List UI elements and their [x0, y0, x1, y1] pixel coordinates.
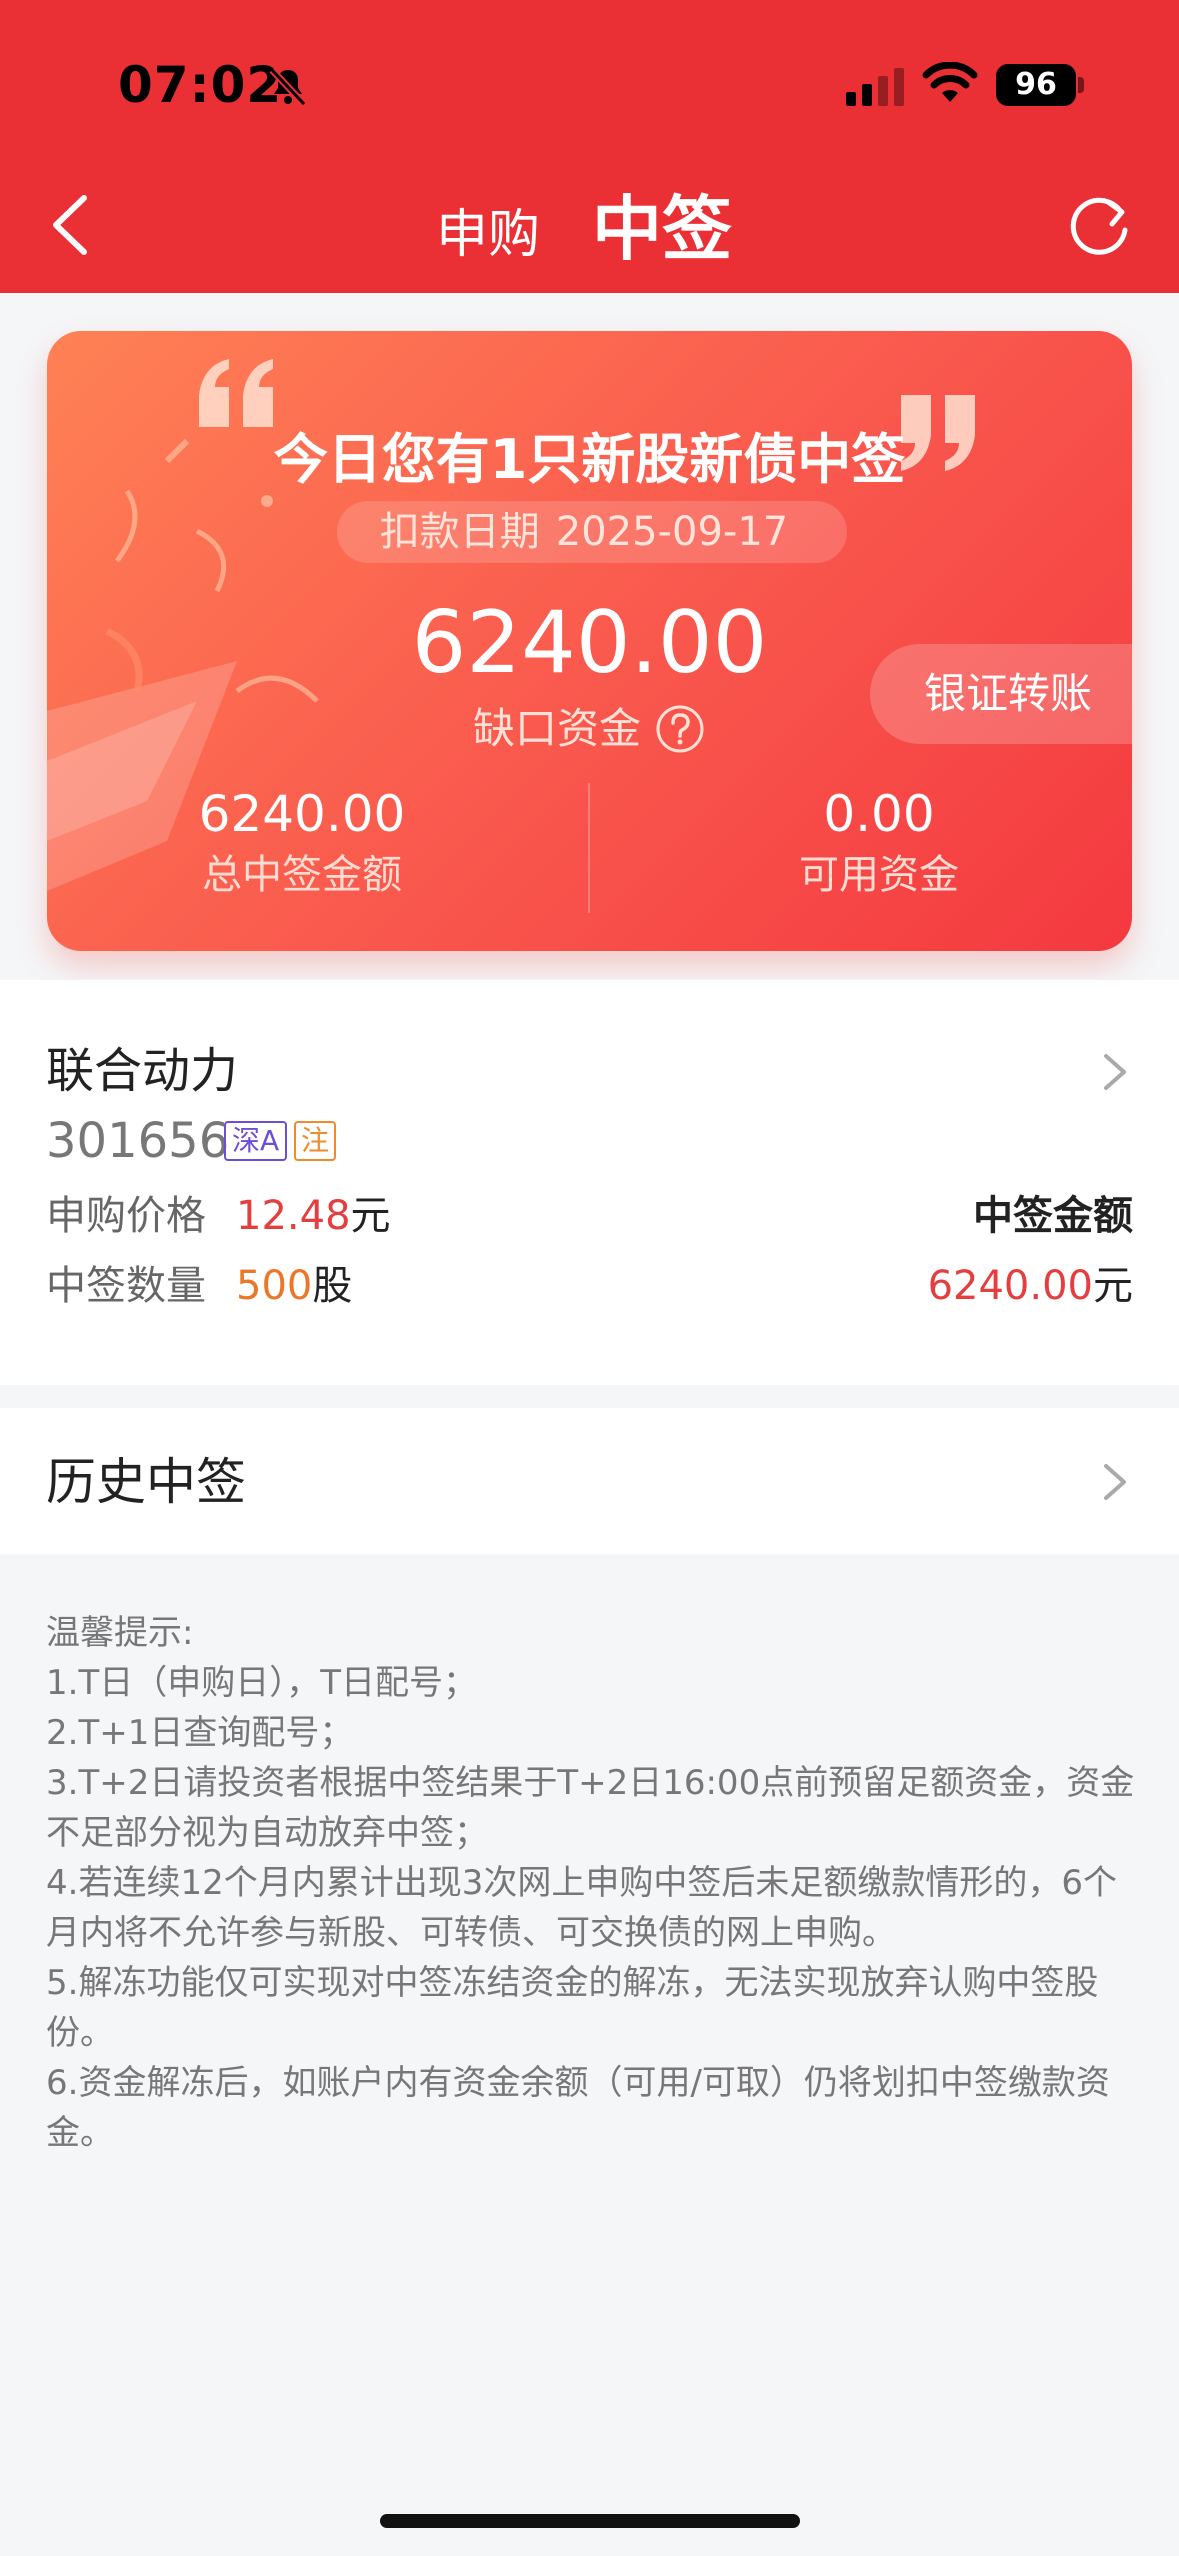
deduction-date-value: 2025-09-17: [555, 509, 789, 555]
available-funds-value: 0.00: [823, 785, 935, 843]
deduction-date-pill: 扣款日期 2025-09-17: [337, 501, 847, 563]
chevron-right-icon[interactable]: [1100, 1460, 1130, 1504]
stat-divider: [588, 783, 590, 913]
bell-muted-icon: [269, 67, 307, 107]
subscription-price: 12.48元: [236, 1188, 391, 1244]
tip-item: 4.若连续12个月内累计出现3次网上申购中签后未足额缴款情形的，6个月内将不允许…: [46, 1863, 1117, 1953]
tip-item: 3.T+2日请投资者根据中签结果于T+2日16:00点前预留足额资金，资金不足部…: [46, 1763, 1135, 1853]
deduction-date-label: 扣款日期: [379, 509, 540, 555]
tab-apply[interactable]: 申购: [436, 200, 540, 270]
quantity-unit: 股: [312, 1263, 353, 1309]
status-time: 07:02: [118, 56, 283, 114]
battery-indicator: 96: [996, 64, 1076, 106]
win-amount-unit: 元: [1093, 1263, 1133, 1309]
help-icon[interactable]: [655, 704, 705, 754]
tips-title: 温馨提示:: [46, 1613, 194, 1653]
tip-item: 6.资金解冻后，如账户内有资金余额（可用/可取）仍将划扣中签缴款资金。: [46, 2063, 1110, 2153]
history-wins-row[interactable]: 历史中签: [0, 1408, 1179, 1554]
total-win-label: 总中签金额: [202, 852, 402, 898]
stock-code: 301656: [46, 1113, 230, 1169]
tip-item: 2.T+1日查询配号；: [46, 1713, 354, 1753]
bank-securities-transfer-button[interactable]: 银证转账: [870, 644, 1132, 744]
total-win-value: 6240.00: [198, 785, 406, 843]
win-amount: 6240.00元: [928, 1258, 1133, 1314]
win-summary-title: 今日您有1只新股新债中签: [273, 428, 906, 491]
back-arrow-icon[interactable]: [40, 190, 100, 260]
chevron-right-icon[interactable]: [1100, 1050, 1130, 1094]
wifi-icon: [922, 62, 978, 102]
win-amount-label: 中签金额: [973, 1193, 1133, 1239]
tab-win[interactable]: 中签: [592, 184, 732, 274]
win-quantity-value: 500: [236, 1263, 313, 1309]
win-summary-card: 今日您有1只新股新债中签 扣款日期 2025-09-17 6240.00 缺口资金…: [47, 331, 1132, 951]
total-win-stat: 6240.00 总中签金额: [82, 781, 522, 903]
header-bar: 07:02 96 申购 中签: [0, 0, 1179, 293]
home-indicator[interactable]: [380, 2514, 800, 2528]
funding-gap-label: 缺口资金: [473, 704, 642, 753]
win-quantity: 500股: [236, 1258, 352, 1314]
available-funds-label: 可用资金: [799, 852, 959, 898]
subscription-price-value: 12.48: [236, 1193, 351, 1239]
win-amount-value: 6240.00: [927, 1263, 1093, 1309]
history-wins-label: 历史中签: [46, 1453, 246, 1511]
win-quantity-label: 中签数量: [46, 1263, 206, 1309]
refresh-icon[interactable]: [1064, 190, 1134, 260]
subscription-price-label: 申购价格: [46, 1193, 206, 1239]
tips-section: 温馨提示: 1.T日（申购日），T日配号； 2.T+1日查询配号； 3.T+2日…: [46, 1608, 1136, 2158]
battery-tip: [1078, 77, 1084, 93]
market-tag: 深A: [224, 1121, 288, 1161]
cellular-signal-icon: [846, 68, 904, 106]
stock-name: 联合动力: [46, 1043, 239, 1099]
stock-win-item[interactable]: 联合动力 301656 深A 注 申购价格 12.48元 中签数量 500股 中…: [0, 980, 1179, 1385]
tip-item: 1.T日（申购日），T日配号；: [46, 1663, 477, 1703]
tip-item: 5.解冻功能仅可实现对中签冻结资金的解冻，无法实现放弃认购中签股份。: [46, 1963, 1099, 2053]
registration-tag: 注: [294, 1121, 337, 1161]
available-funds-stat: 0.00 可用资金: [659, 781, 1099, 903]
price-unit: 元: [350, 1193, 391, 1239]
